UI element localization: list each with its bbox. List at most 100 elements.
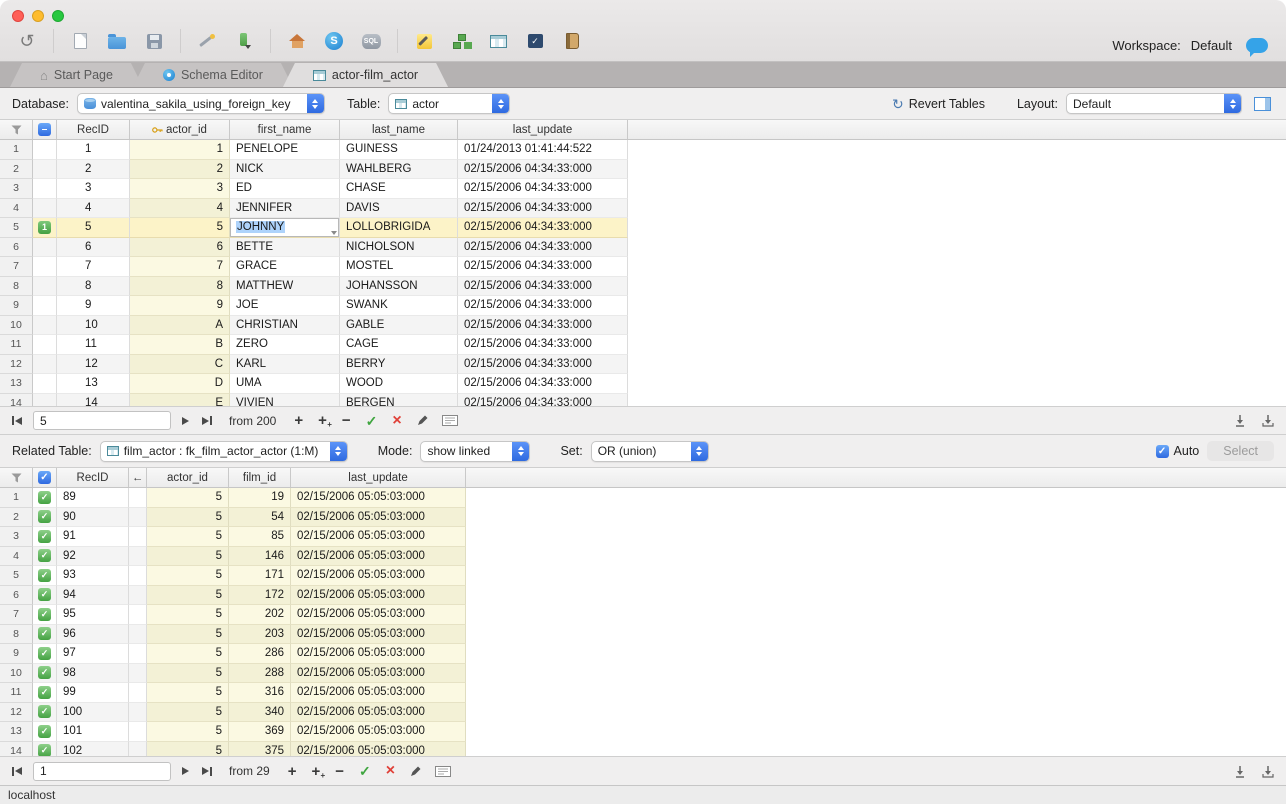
cell-link-arrow[interactable] — [129, 644, 147, 664]
mode-select[interactable]: show linked — [420, 441, 530, 462]
cell-actor-id[interactable]: 5 — [147, 547, 229, 567]
row-select-cell[interactable]: ✓ — [33, 488, 57, 508]
cell-recid[interactable]: 11 — [57, 335, 130, 355]
row-select-cell[interactable]: ✓ — [33, 625, 57, 645]
column-header-recid[interactable]: RecID — [57, 468, 129, 487]
add-related-record-button[interactable]: + — [315, 413, 330, 428]
cell-actor-id[interactable]: 5 — [147, 664, 229, 684]
row-number[interactable]: 10 — [0, 316, 33, 336]
linked-check-icon[interactable]: ✓ — [38, 569, 51, 582]
cell-actor-id[interactable]: C — [130, 355, 230, 375]
linked-check-icon[interactable]: ✓ — [38, 549, 51, 562]
column-header-actor-id[interactable]: actor_id — [147, 468, 229, 487]
pin-records-button[interactable] — [1232, 412, 1248, 429]
cell-last-update[interactable]: 02/15/2006 04:34:33:000 — [458, 316, 628, 336]
revert-tables-button[interactable]: ↻ Revert Tables — [892, 97, 985, 111]
cell-first-name[interactable]: CHRISTIAN — [230, 316, 340, 336]
panel-toggle-button[interactable] — [1250, 92, 1274, 116]
cell-actor-id[interactable]: 2 — [130, 160, 230, 180]
layout-select[interactable]: Default — [1066, 93, 1242, 114]
row-number[interactable]: 14 — [0, 394, 33, 407]
row-number[interactable]: 2 — [0, 508, 33, 528]
highlighter-button[interactable] — [229, 26, 259, 56]
cell-last-update[interactable]: 02/15/2006 05:05:03:000 — [291, 742, 466, 757]
zoom-button[interactable] — [52, 10, 64, 22]
cell-recid[interactable]: 4 — [57, 199, 130, 219]
cell-first-name[interactable]: VIVIEN — [230, 394, 340, 407]
column-header-last-update[interactable]: last_update — [291, 468, 466, 487]
tab-actor-film-actor[interactable]: actor-film_actor — [283, 63, 448, 87]
cell-last-update[interactable]: 02/15/2006 05:05:03:000 — [291, 722, 466, 742]
cell-link-arrow[interactable] — [129, 586, 147, 606]
cell-last-update[interactable]: 02/15/2006 04:34:33:000 — [458, 335, 628, 355]
row-number[interactable]: 5 — [0, 218, 33, 238]
linked-check-icon[interactable]: ✓ — [38, 530, 51, 543]
cell-link-arrow[interactable] — [129, 625, 147, 645]
cell-actor-id[interactable]: 9 — [130, 296, 230, 316]
cell-link-arrow[interactable] — [129, 547, 147, 567]
cell-film-id[interactable]: 203 — [229, 625, 291, 645]
edit-record-button[interactable] — [414, 412, 431, 429]
cell-recid[interactable]: 96 — [57, 625, 129, 645]
linked-check-icon[interactable]: ✓ — [38, 744, 51, 756]
undo-button[interactable]: ↺ — [12, 26, 42, 56]
linked-check-icon[interactable]: ✓ — [38, 666, 51, 679]
linked-check-icon[interactable]: ✓ — [38, 686, 51, 699]
cell-actor-id[interactable]: A — [130, 316, 230, 336]
cell-last-update[interactable]: 02/15/2006 04:34:33:000 — [458, 179, 628, 199]
row-number[interactable]: 1 — [0, 488, 33, 508]
cell-recid[interactable]: 14 — [57, 394, 130, 407]
row-select-cell[interactable] — [33, 394, 57, 407]
diagram-button[interactable] — [446, 26, 476, 56]
cell-actor-id[interactable]: 5 — [147, 722, 229, 742]
first-record-button[interactable] — [10, 765, 24, 778]
cell-link-arrow[interactable] — [129, 664, 147, 684]
row-select-cell[interactable]: ✓ — [33, 644, 57, 664]
cell-first-name[interactable]: NICK — [230, 160, 340, 180]
record-position-input[interactable] — [33, 762, 171, 781]
row-select-cell[interactable] — [33, 257, 57, 277]
cell-film-id[interactable]: 172 — [229, 586, 291, 606]
cell-recid[interactable]: 9 — [57, 296, 130, 316]
row-number[interactable]: 8 — [0, 625, 33, 645]
row-number[interactable]: 7 — [0, 605, 33, 625]
row-select-cell[interactable] — [33, 160, 57, 180]
linked-check-icon[interactable]: ✓ — [38, 705, 51, 718]
cell-last-update[interactable]: 02/15/2006 04:34:33:000 — [458, 277, 628, 297]
cell-recid[interactable]: 97 — [57, 644, 129, 664]
cell-film-id[interactable]: 316 — [229, 683, 291, 703]
select-button[interactable]: Select — [1207, 441, 1274, 461]
cell-recid[interactable]: 94 — [57, 586, 129, 606]
cell-actor-id[interactable]: B — [130, 335, 230, 355]
column-header-actor-id[interactable]: actor_id — [130, 120, 230, 139]
cell-last-name[interactable]: CHASE — [340, 179, 458, 199]
cell-recid[interactable]: 2 — [57, 160, 130, 180]
cell-last-name[interactable]: LOLLOBRIGIDA — [340, 218, 458, 238]
column-header-last-update[interactable]: last_update — [458, 120, 628, 139]
cell-last-update[interactable]: 02/15/2006 05:05:03:000 — [291, 703, 466, 723]
row-select-cell[interactable] — [33, 296, 57, 316]
cell-recid[interactable]: 6 — [57, 238, 130, 258]
cell-last-name[interactable]: BERRY — [340, 355, 458, 375]
cell-film-id[interactable]: 54 — [229, 508, 291, 528]
cell-first-name[interactable]: KARL — [230, 355, 340, 375]
cell-recid[interactable]: 13 — [57, 374, 130, 394]
cell-last-update[interactable]: 02/15/2006 05:05:03:000 — [291, 605, 466, 625]
cell-link-arrow[interactable] — [129, 742, 147, 757]
cell-film-id[interactable]: 202 — [229, 605, 291, 625]
row-select-cell[interactable] — [33, 199, 57, 219]
row-number[interactable]: 6 — [0, 586, 33, 606]
export-records-button[interactable] — [1260, 763, 1276, 780]
column-header-first-name[interactable]: first_name — [230, 120, 340, 139]
cell-last-name[interactable]: MOSTEL — [340, 257, 458, 277]
cell-recid[interactable]: 1 — [57, 140, 130, 160]
cell-first-name[interactable]: UMA — [230, 374, 340, 394]
linked-check-icon[interactable]: ✓ — [38, 627, 51, 640]
cell-link-arrow[interactable] — [129, 703, 147, 723]
auto-checkbox[interactable]: ✓ Auto — [1156, 444, 1200, 458]
linked-check-icon[interactable]: ✓ — [38, 588, 51, 601]
cell-actor-id[interactable]: 1 — [130, 140, 230, 160]
tab-start-page[interactable]: ⌂ Start Page — [10, 63, 143, 87]
home-button[interactable] — [282, 26, 312, 56]
row-select-cell[interactable]: ✓ — [33, 586, 57, 606]
